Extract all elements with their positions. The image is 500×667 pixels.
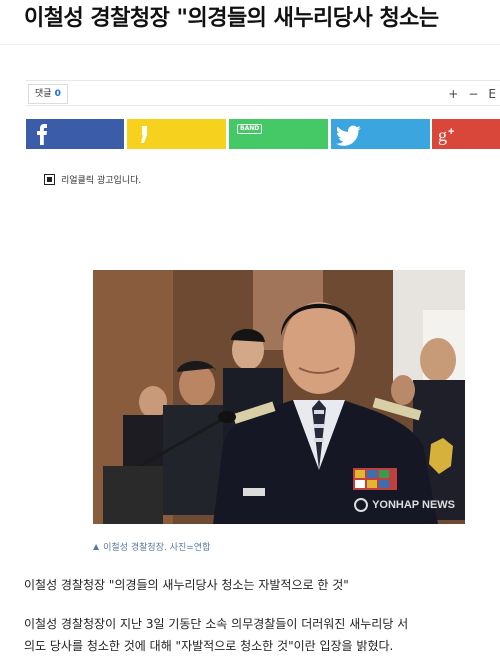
share-twitter-button[interactable] <box>331 119 430 149</box>
comment-count: 0 <box>54 89 61 99</box>
comment-label: 댓글 <box>35 89 52 99</box>
photo-scene <box>93 270 465 524</box>
article-headline: 이철성 경찰청장 "의경들의 새누리당사 청소는 <box>24 6 439 31</box>
font-size-tools: + − E <box>448 84 496 104</box>
comment-button[interactable]: 댓글 0 <box>28 84 68 104</box>
font-increase-button[interactable]: + <box>448 84 458 104</box>
svg-text:+: + <box>448 126 454 138</box>
font-decrease-button[interactable]: − <box>468 84 478 104</box>
header-divider <box>0 44 500 45</box>
article-photo[interactable]: YONHAP NEWS <box>93 270 465 524</box>
twitter-icon <box>335 125 361 146</box>
comment-toolbar: 댓글 0 + − E <box>26 80 500 106</box>
watermark-text: YONHAP NEWS <box>372 499 455 511</box>
kakaostory-icon <box>141 126 147 143</box>
share-kakaostory-button[interactable] <box>127 119 226 149</box>
article-subhead: 이철성 경찰청장 "의경들의 새누리당사 청소는 자발적으로 한 것" <box>24 578 349 592</box>
font-reset-button[interactable]: E <box>488 84 496 104</box>
photo-caption: ▲ 이철성 경찰청장. 사진=연합 <box>93 540 210 553</box>
ad-notice[interactable]: 리얼클릭 광고입니다. <box>44 172 141 186</box>
ad-notice-text: 리얼클릭 광고입니다. <box>61 175 142 186</box>
photo-watermark: YONHAP NEWS <box>354 498 455 512</box>
body-line: 의도 당사를 청소한 것에 대해 "자발적으로 청소한 것"이란 입장을 밝혔다… <box>24 639 394 653</box>
caption-text: 이철성 경찰청장. 사진=연합 <box>103 543 211 553</box>
share-band-button[interactable]: BAND <box>229 119 328 149</box>
share-googleplus-button[interactable]: g + <box>432 119 500 149</box>
body-line: 이철성 경찰청장이 지난 3일 기동단 소속 의무경찰들이 더러워진 새누리당 … <box>24 617 409 631</box>
ad-info-icon <box>44 173 55 185</box>
facebook-icon <box>37 124 47 145</box>
article-body: 이철성 경찰청장이 지난 3일 기동단 소속 의무경찰들이 더러워진 새누리당 … <box>24 613 500 657</box>
svg-text:g: g <box>438 125 447 145</box>
share-buttons: BAND g + <box>26 119 500 149</box>
google-plus-icon: g + <box>438 125 454 145</box>
band-icon: BAND <box>237 124 263 134</box>
share-facebook-button[interactable] <box>26 119 124 149</box>
yonhap-logo-icon <box>354 498 369 512</box>
caption-triangle-icon: ▲ <box>93 542 100 551</box>
